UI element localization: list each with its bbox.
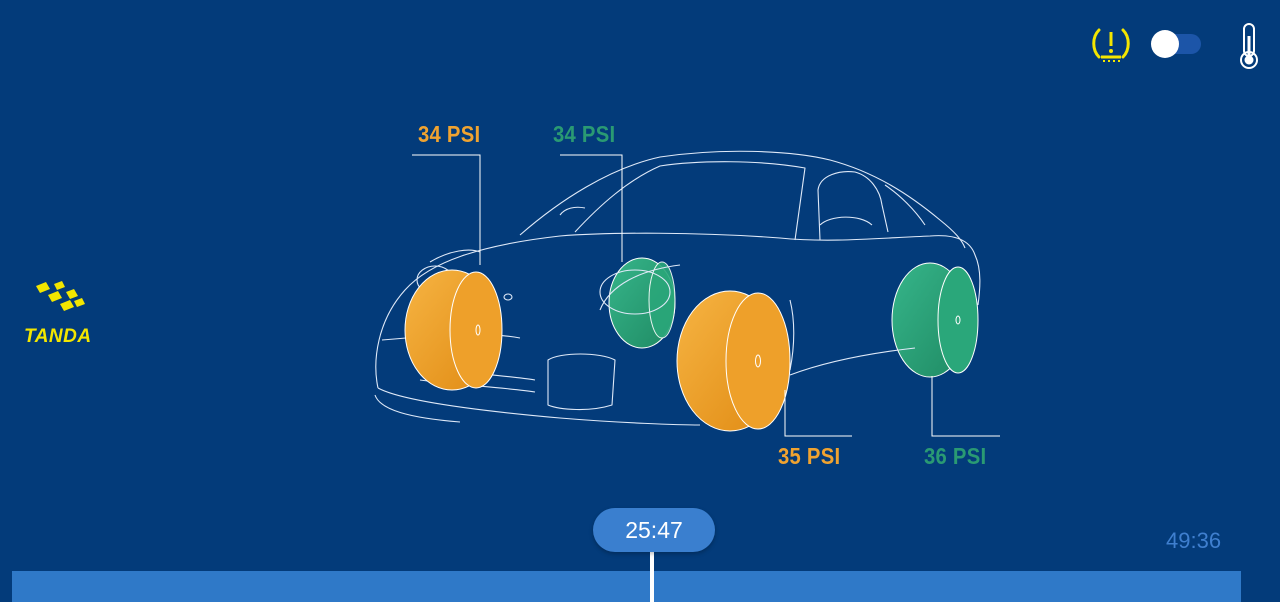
brand-name: TANDA bbox=[24, 326, 92, 347]
tire-rear-right bbox=[891, 262, 979, 378]
tpms-warning-icon[interactable] bbox=[1089, 22, 1133, 66]
timeline-scrubber[interactable] bbox=[650, 552, 654, 602]
tire-front-right bbox=[676, 290, 791, 432]
psi-rear-right: 36 PSI bbox=[924, 443, 987, 469]
timeline-bar[interactable] bbox=[12, 571, 1241, 602]
current-time-badge: 25:47 bbox=[593, 508, 715, 552]
checkered-flag-icon bbox=[36, 281, 85, 311]
psi-front-left: 34 PSI bbox=[418, 121, 481, 147]
tpms-screen: 34 PSI 34 PSI 35 PSI 36 PSI TANDA 25:47 … bbox=[0, 0, 1280, 602]
toggle-knob bbox=[1151, 30, 1179, 58]
psi-front-right: 35 PSI bbox=[778, 443, 841, 469]
total-time: 49:36 bbox=[1166, 528, 1222, 553]
display-toggle[interactable] bbox=[1151, 30, 1201, 58]
psi-rear-left: 34 PSI bbox=[553, 121, 616, 147]
tire-front-left bbox=[404, 269, 503, 391]
thermometer-icon[interactable] bbox=[1237, 22, 1261, 70]
